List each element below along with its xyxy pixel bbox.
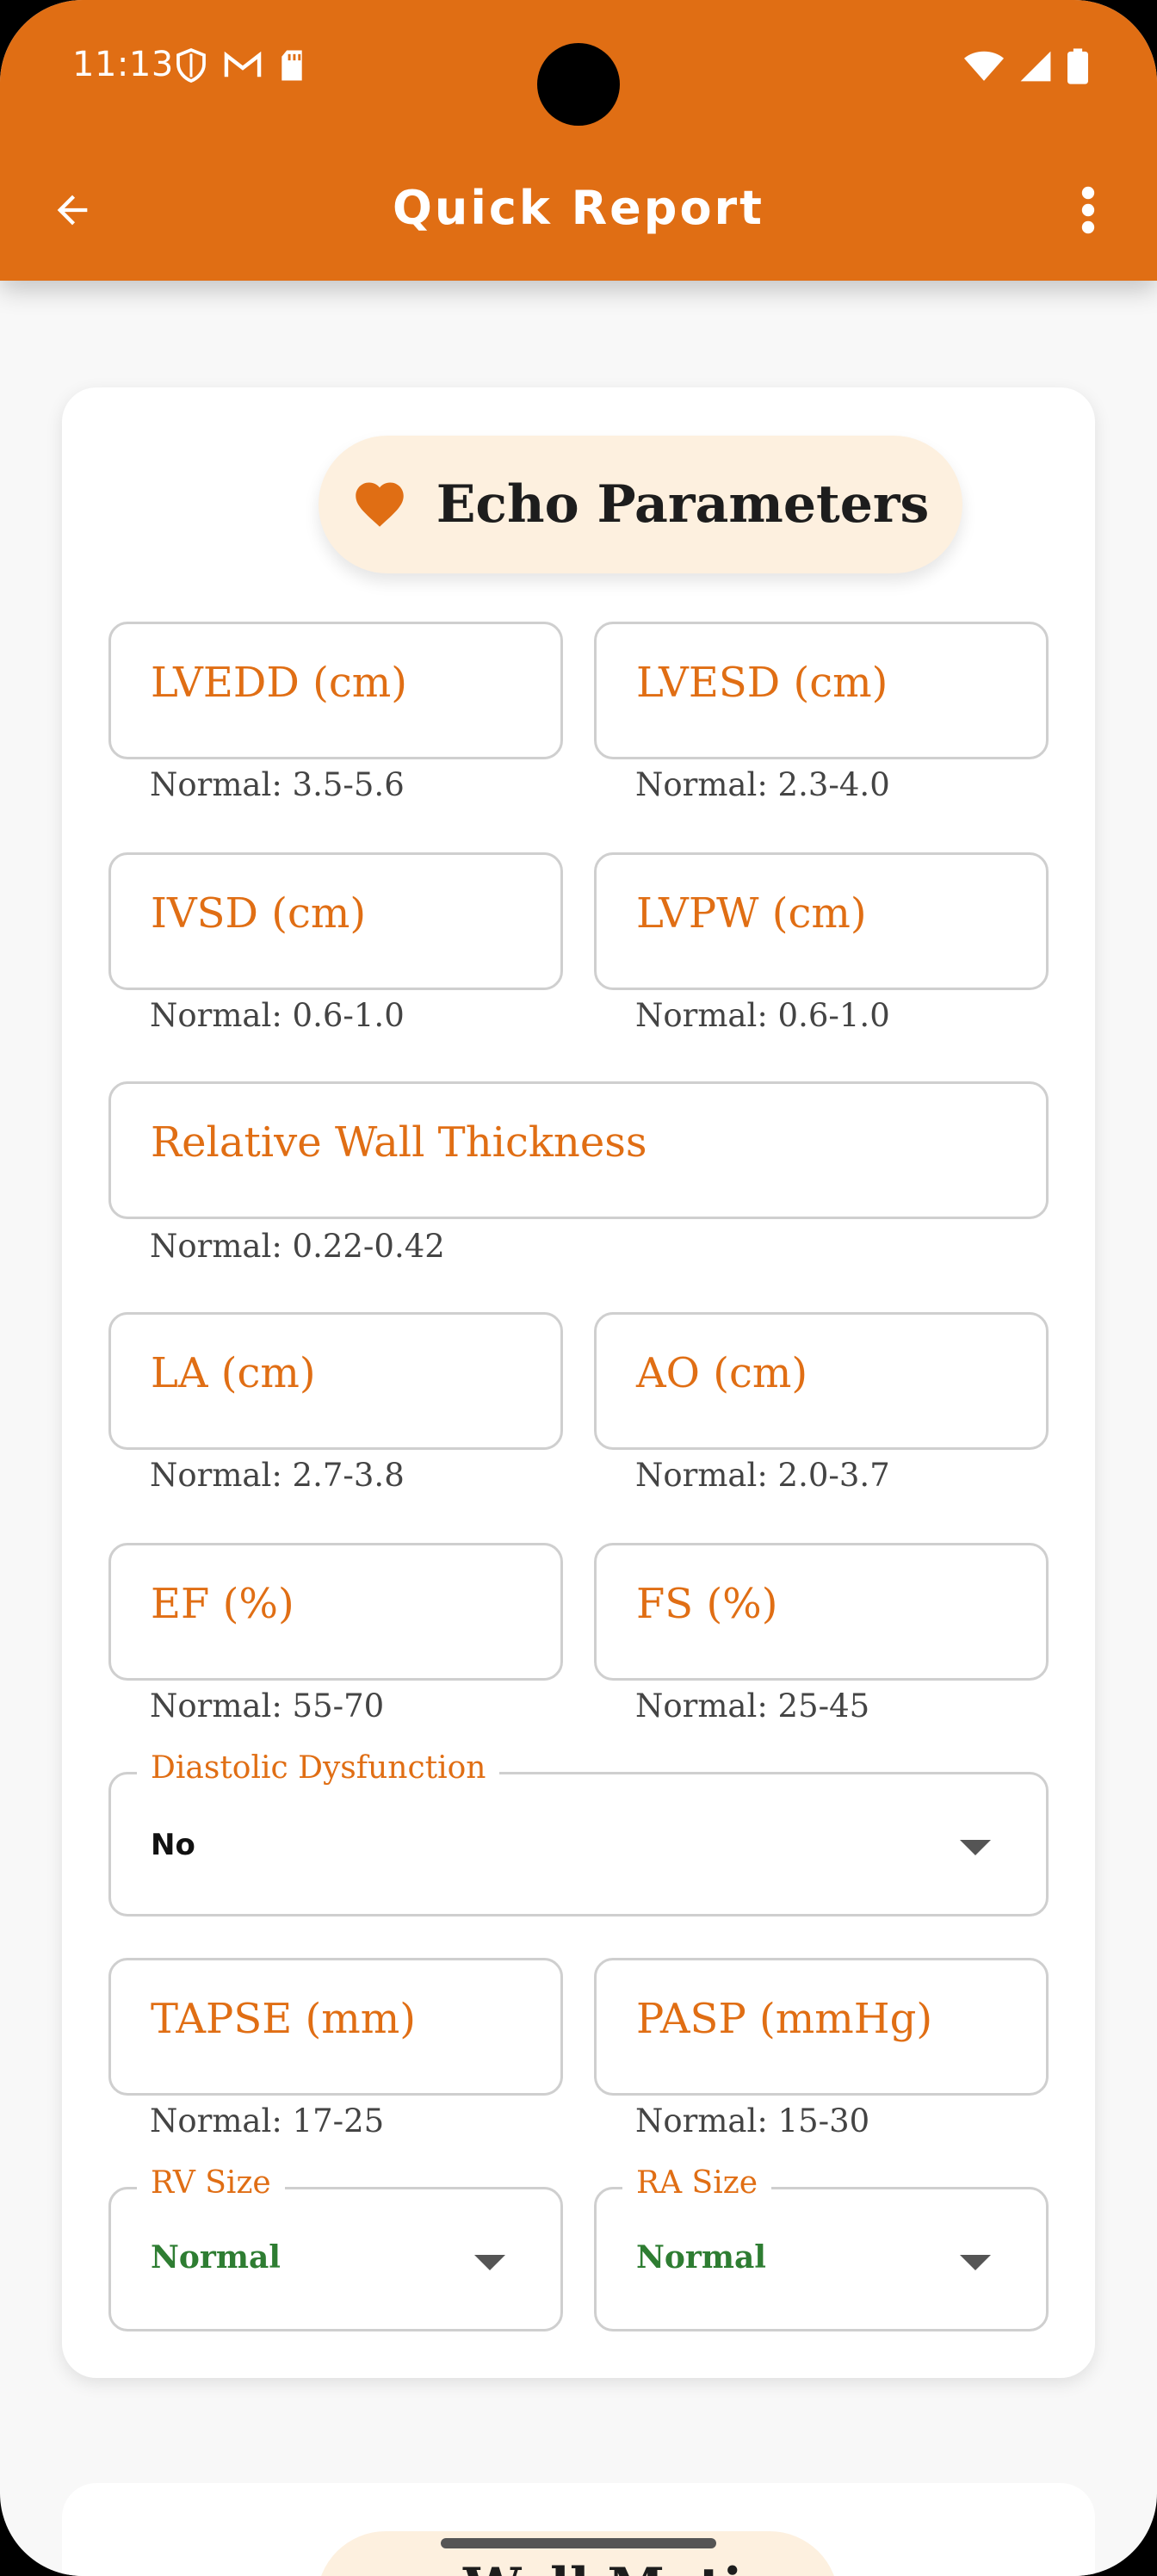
tapse-hint: Normal: 17-25 — [150, 2102, 385, 2139]
wall-motion-card: Wall Motion — [62, 2483, 1095, 2576]
fs-label: FS (%) — [636, 1580, 778, 1628]
lvedd-hint: Normal: 3.5-5.6 — [150, 766, 405, 803]
pasp-field[interactable]: PASP (mmHg) — [594, 1958, 1049, 2096]
section-title: Echo Parameters — [436, 474, 930, 535]
rwt-label: Relative Wall Thickness — [151, 1118, 647, 1167]
pasp-hint: Normal: 15-30 — [635, 2102, 870, 2139]
la-label: LA (cm) — [151, 1349, 316, 1397]
rv-size-label: RV Size — [137, 2165, 285, 2201]
lvesd-field[interactable]: LVESD (cm) — [594, 622, 1049, 759]
ivsd-hint: Normal: 0.6-1.0 — [150, 997, 405, 1034]
cellular-signal-icon — [1019, 50, 1052, 86]
overflow-menu-button[interactable] — [1054, 177, 1123, 246]
lvpw-hint: Normal: 0.6-1.0 — [635, 997, 890, 1034]
wifi-icon — [964, 50, 1004, 86]
rwt-hint: Normal: 0.22-0.42 — [150, 1228, 445, 1265]
page-title: Quick Report — [393, 181, 764, 235]
fs-hint: Normal: 25-45 — [635, 1687, 870, 1725]
ivsd-field[interactable]: IVSD (cm) — [108, 852, 563, 990]
lvesd-hint: Normal: 2.3-4.0 — [635, 766, 890, 803]
status-right-icons — [964, 48, 1088, 88]
lvpw-label: LVPW (cm) — [636, 889, 867, 938]
section-header: Echo Parameters — [319, 436, 962, 573]
shield-icon — [176, 47, 207, 86]
diastolic-dysfunction-dropdown[interactable]: Diastolic Dysfunction No — [108, 1750, 1049, 1917]
ra-size-dropdown[interactable]: RA Size Normal — [594, 2165, 1049, 2331]
ra-size-label: RA Size — [622, 2165, 771, 2201]
ra-size-value: Normal — [636, 2239, 766, 2276]
chevron-down-icon — [960, 1840, 991, 1855]
ivsd-label: IVSD (cm) — [151, 889, 367, 938]
la-field[interactable]: LA (cm) — [108, 1312, 563, 1450]
ao-field[interactable]: AO (cm) — [594, 1312, 1049, 1450]
fs-field[interactable]: FS (%) — [594, 1543, 1049, 1681]
diastolic-dysfunction-label: Diastolic Dysfunction — [137, 1750, 500, 1786]
status-time: 11:13 — [72, 45, 174, 84]
pasp-label: PASP (mmHg) — [636, 1995, 933, 2043]
ao-label: AO (cm) — [636, 1349, 808, 1397]
camera-cutout — [537, 43, 620, 126]
battery-icon — [1067, 48, 1088, 88]
echo-parameters-card: Echo Parameters LVEDD (cm) Normal: 3.5-5… — [62, 387, 1095, 2378]
home-indicator[interactable] — [441, 2538, 716, 2548]
lvedd-field[interactable]: LVEDD (cm) — [108, 622, 563, 759]
rv-size-value: Normal — [151, 2239, 281, 2276]
app-bar: 11:13 Quick Report — [0, 0, 1157, 281]
ef-hint: Normal: 55-70 — [150, 1687, 385, 1725]
toolbar: Quick Report — [0, 155, 1157, 267]
more-vert-icon — [1081, 186, 1095, 238]
la-hint: Normal: 2.7-3.8 — [150, 1457, 405, 1494]
rwt-field[interactable]: Relative Wall Thickness — [108, 1081, 1049, 1219]
lvesd-label: LVESD (cm) — [636, 659, 888, 707]
heart-icon — [352, 477, 407, 532]
ef-label: EF (%) — [151, 1580, 294, 1628]
tapse-label: TAPSE (mm) — [151, 1995, 417, 2043]
rv-size-dropdown[interactable]: RV Size Normal — [108, 2165, 563, 2331]
ef-field[interactable]: EF (%) — [108, 1543, 563, 1681]
chevron-down-icon — [474, 2255, 505, 2270]
wall-motion-title: Wall Motion — [463, 2557, 814, 2576]
diastolic-dysfunction-value: No — [151, 1828, 195, 1862]
status-left-icons — [176, 47, 305, 86]
screen: 11:13 Quick Report Echo Parameters LVEDD… — [0, 0, 1157, 2576]
ao-hint: Normal: 2.0-3.7 — [635, 1457, 890, 1494]
lvpw-field[interactable]: LVPW (cm) — [594, 852, 1049, 990]
gmail-icon — [224, 51, 262, 84]
lvedd-label: LVEDD (cm) — [151, 659, 407, 707]
tapse-field[interactable]: TAPSE (mm) — [108, 1958, 563, 2096]
sd-card-icon — [279, 49, 305, 85]
chevron-down-icon — [960, 2255, 991, 2270]
